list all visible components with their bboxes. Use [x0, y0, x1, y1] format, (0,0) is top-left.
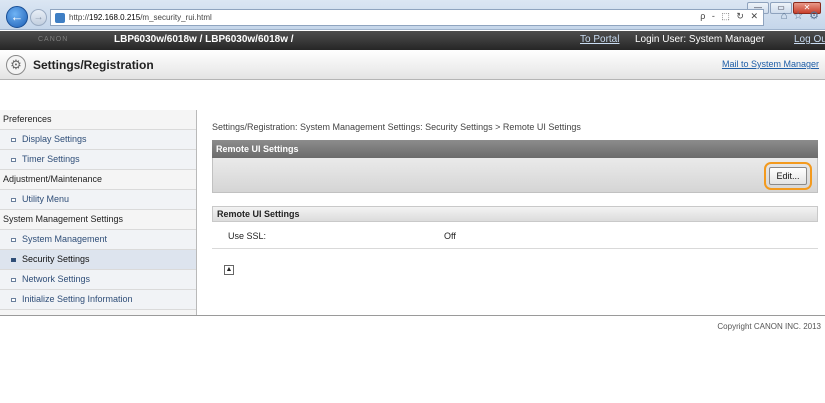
bullet-icon [11, 278, 16, 282]
canon-logo: CANON [38, 36, 69, 43]
bullet-icon [11, 138, 16, 142]
forward-arrow-icon[interactable]: → [30, 9, 47, 26]
mail-to-system-manager-link[interactable]: Mail to System Manager [722, 59, 819, 69]
favorites-star-icon[interactable]: ☆ [793, 10, 803, 22]
sidebar: Preferences Display Settings Timer Setti… [0, 110, 197, 315]
settings-group-header: Remote UI Settings [212, 206, 818, 222]
device-name: LBP6030w/6018w / LBP6030w/6018w / [114, 34, 294, 45]
browser-toolbar: — ▭ ✕ ← → http://192.168.0.215/m_securit… [0, 0, 825, 30]
edit-button[interactable]: Edit... [769, 167, 807, 185]
page-title: Settings/Registration [33, 58, 154, 72]
breadcrumb: Settings/Registration: System Management… [212, 122, 581, 132]
bullet-icon [11, 298, 16, 302]
settings-gear-icon: ⚙ [6, 55, 26, 75]
sidebar-item-initialize-setting-information[interactable]: Initialize Setting Information [0, 290, 196, 310]
sidebar-item-utility-menu[interactable]: Utility Menu [0, 190, 196, 210]
setting-row-use-ssl: Use SSL: Off [212, 224, 818, 249]
settings-gear-icon[interactable]: ⚙ [809, 10, 819, 22]
back-arrow-icon[interactable]: ← [6, 6, 28, 28]
to-portal-link[interactable]: To Portal [580, 34, 619, 45]
copyright-text: Copyright CANON INC. 2013 [717, 322, 821, 331]
sidebar-item-security-settings[interactable]: Security Settings [0, 250, 196, 270]
sidebar-group-system-management-settings: System Management Settings [0, 210, 196, 230]
bullet-icon [11, 238, 16, 242]
page-top-icon[interactable]: ▲ [224, 265, 234, 275]
bullet-icon [11, 158, 16, 162]
logout-link[interactable]: Log Out [794, 34, 825, 45]
use-ssl-value: Off [444, 231, 456, 241]
home-icon[interactable]: ⌂ [781, 10, 788, 22]
page-favicon-icon [55, 12, 65, 23]
footer-divider [0, 315, 825, 316]
page-header: ⚙ Settings/Registration Mail to System M… [0, 50, 825, 80]
device-header: CANON LBP6030w/6018w / LBP6030w/6018w / … [0, 31, 825, 50]
button-bar: Edit... [212, 158, 818, 193]
bullet-icon [11, 258, 16, 262]
address-url: http://192.168.0.215/m_security_rui.html [69, 13, 212, 22]
use-ssl-label: Use SSL: [228, 231, 267, 241]
bullet-icon [11, 198, 16, 202]
section-title: Remote UI Settings [212, 140, 818, 158]
sidebar-group-preferences: Preferences [0, 110, 196, 130]
sidebar-group-adjustment-maintenance: Adjustment/Maintenance [0, 170, 196, 190]
sidebar-item-network-settings[interactable]: Network Settings [0, 270, 196, 290]
sidebar-item-display-settings[interactable]: Display Settings [0, 130, 196, 150]
login-user-label: Login User: System Manager [635, 34, 765, 45]
sidebar-item-timer-settings[interactable]: Timer Settings [0, 150, 196, 170]
address-tools[interactable]: ρ - ⬚ ↻ ✕ [700, 11, 760, 22]
sidebar-item-system-management[interactable]: System Management [0, 230, 196, 250]
address-bar[interactable]: http://192.168.0.215/m_security_rui.html… [50, 9, 764, 26]
browser-icons: ⌂ ☆ ⚙ [781, 10, 819, 22]
